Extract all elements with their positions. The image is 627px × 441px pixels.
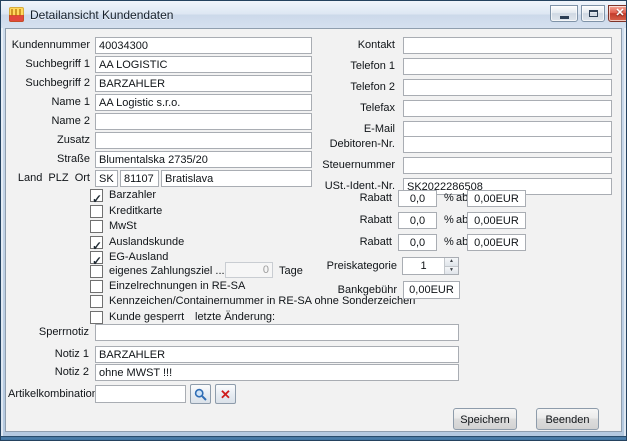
checkbox-kennzeichen[interactable]: ✓ bbox=[90, 295, 103, 308]
window-frame-bottom bbox=[1, 436, 626, 440]
label-kundennummer: Kundennummer bbox=[8, 37, 90, 54]
label-name-1: Name 1 bbox=[8, 94, 90, 111]
spinner: ▲ ▼ bbox=[444, 258, 458, 274]
input-suchbegriff-1[interactable] bbox=[95, 56, 312, 73]
label-letzte-aenderung: letzte Änderung: bbox=[195, 311, 275, 324]
label-percent-1: % bbox=[444, 190, 454, 207]
input-artikelkombination[interactable] bbox=[95, 385, 186, 403]
clear-button[interactable]: ✕ bbox=[215, 384, 236, 404]
close-icon: ✕ bbox=[615, 6, 624, 21]
checkbox-kreditkarte[interactable]: ✓ bbox=[90, 205, 103, 218]
input-rabatt-3-amount[interactable] bbox=[467, 234, 526, 251]
form-panel: Kundennummer Suchbegriff 1 Suchbegriff 2… bbox=[5, 28, 622, 432]
input-ort[interactable] bbox=[161, 170, 312, 187]
input-strasse[interactable] bbox=[95, 151, 312, 168]
input-rabatt-2-percent[interactable] bbox=[398, 212, 437, 229]
label-debitoren-nr: Debitoren-Nr. bbox=[305, 136, 395, 153]
input-rabatt-3-percent[interactable] bbox=[398, 234, 437, 251]
label-telefon-1: Telefon 1 bbox=[305, 58, 395, 75]
label-preiskategorie: Preiskategorie bbox=[276, 258, 397, 275]
label-steuernummer: Steuernummer bbox=[305, 157, 395, 174]
checkbox-label-kunde-gesperrt: Kunde gesperrt bbox=[109, 311, 184, 324]
input-telefon-1[interactable] bbox=[403, 58, 612, 75]
search-button[interactable] bbox=[190, 384, 211, 404]
input-plz[interactable] bbox=[120, 170, 159, 187]
label-kontakt: Kontakt bbox=[305, 37, 395, 54]
dialog-window: Detailansicht Kundendaten ✕ Kundennummer… bbox=[0, 0, 627, 441]
label-land-plz-ort: Land PLZ Ort bbox=[8, 170, 90, 187]
checkbox-label-auslandskunde: Auslandskunde bbox=[109, 236, 184, 249]
input-telefon-2[interactable] bbox=[403, 79, 612, 96]
checkbox-eigenes-zahlungsziel[interactable]: ✓ bbox=[90, 265, 103, 278]
input-steuernummer[interactable] bbox=[403, 157, 612, 174]
spin-down-icon[interactable]: ▼ bbox=[445, 266, 458, 275]
input-notiz-2[interactable] bbox=[95, 364, 459, 381]
maximize-button[interactable] bbox=[581, 5, 605, 22]
label-name-2: Name 2 bbox=[8, 113, 90, 130]
checkbox-barzahler[interactable]: ✓ bbox=[90, 189, 103, 202]
label-suchbegriff-2: Suchbegriff 2 bbox=[8, 75, 90, 92]
input-land[interactable] bbox=[95, 170, 118, 187]
checkbox-eg-ausland[interactable]: ✓ bbox=[90, 251, 103, 264]
input-debitoren-nr[interactable] bbox=[403, 136, 612, 153]
checkbox-label-barzahler: Barzahler bbox=[109, 189, 156, 202]
input-rabatt-1-amount[interactable] bbox=[467, 190, 526, 207]
window-title: Detailansicht Kundendaten bbox=[30, 8, 173, 22]
label-notiz-2: Notiz 2 bbox=[8, 364, 89, 381]
input-bankgebuehr[interactable] bbox=[403, 281, 460, 299]
checkbox-label-mwst: MwSt bbox=[109, 220, 137, 233]
input-kundennummer[interactable] bbox=[95, 37, 312, 54]
preiskategorie-stepper[interactable]: 1 ▲ ▼ bbox=[402, 257, 459, 275]
quit-button[interactable]: Beenden bbox=[536, 408, 599, 430]
label-bankgebuehr: Bankgebühr bbox=[276, 282, 397, 299]
app-icon bbox=[9, 7, 24, 22]
input-suchbegriff-2[interactable] bbox=[95, 75, 312, 92]
check-icon: ✓ bbox=[92, 192, 102, 206]
input-name-1[interactable] bbox=[95, 94, 312, 111]
input-telefax[interactable] bbox=[403, 100, 612, 117]
red-x-icon: ✕ bbox=[220, 388, 231, 401]
checkbox-label-einzelrechnungen: Einzelrechnungen in RE-SA bbox=[109, 280, 245, 293]
input-rabatt-2-amount[interactable] bbox=[467, 212, 526, 229]
input-notiz-1[interactable] bbox=[95, 346, 459, 363]
checkbox-auslandskunde[interactable]: ✓ bbox=[90, 236, 103, 249]
input-kontakt[interactable] bbox=[403, 37, 612, 54]
checkbox-mwst[interactable]: ✓ bbox=[90, 220, 103, 233]
label-percent-3: % bbox=[444, 234, 454, 251]
preiskategorie-value: 1 bbox=[403, 258, 444, 274]
spin-up-icon[interactable]: ▲ bbox=[445, 258, 458, 266]
minimize-icon bbox=[560, 16, 569, 19]
checkbox-label-kreditkarte: Kreditkarte bbox=[109, 205, 162, 218]
label-suchbegriff-1: Suchbegriff 1 bbox=[8, 56, 90, 73]
label-telefon-2: Telefon 2 bbox=[305, 79, 395, 96]
input-rabatt-1-percent[interactable] bbox=[398, 190, 437, 207]
label-zusatz: Zusatz bbox=[8, 132, 90, 149]
label-telefax: Telefax bbox=[305, 100, 395, 117]
label-strasse: Straße bbox=[8, 151, 90, 168]
label-sperrnotiz: Sperrnotiz bbox=[8, 324, 89, 341]
label-percent-2: % bbox=[444, 212, 454, 229]
label-notiz-1: Notiz 1 bbox=[8, 346, 89, 363]
label-rabatt-1: Rabatt bbox=[306, 190, 392, 207]
close-button[interactable]: ✕ bbox=[608, 5, 627, 22]
label-rabatt-2: Rabatt bbox=[306, 212, 392, 229]
titlebar[interactable]: Detailansicht Kundendaten bbox=[1, 1, 626, 28]
label-rabatt-3: Rabatt bbox=[306, 234, 392, 251]
checkbox-kunde-gesperrt[interactable]: ✓ bbox=[90, 311, 103, 324]
search-icon bbox=[194, 388, 207, 401]
save-button[interactable]: Speichern bbox=[453, 408, 517, 430]
input-name-2[interactable] bbox=[95, 113, 312, 130]
input-sperrnotiz[interactable] bbox=[95, 324, 459, 341]
checkbox-label-eg-ausland: EG-Ausland bbox=[109, 251, 168, 264]
maximize-icon bbox=[589, 10, 598, 17]
input-zusatz[interactable] bbox=[95, 132, 312, 149]
label-artikelkombination: Artikelkombination bbox=[8, 386, 89, 403]
checkbox-einzelrechnungen[interactable]: ✓ bbox=[90, 280, 103, 293]
minimize-button[interactable] bbox=[550, 5, 578, 22]
input-zahlungsziel-tage bbox=[225, 262, 273, 278]
